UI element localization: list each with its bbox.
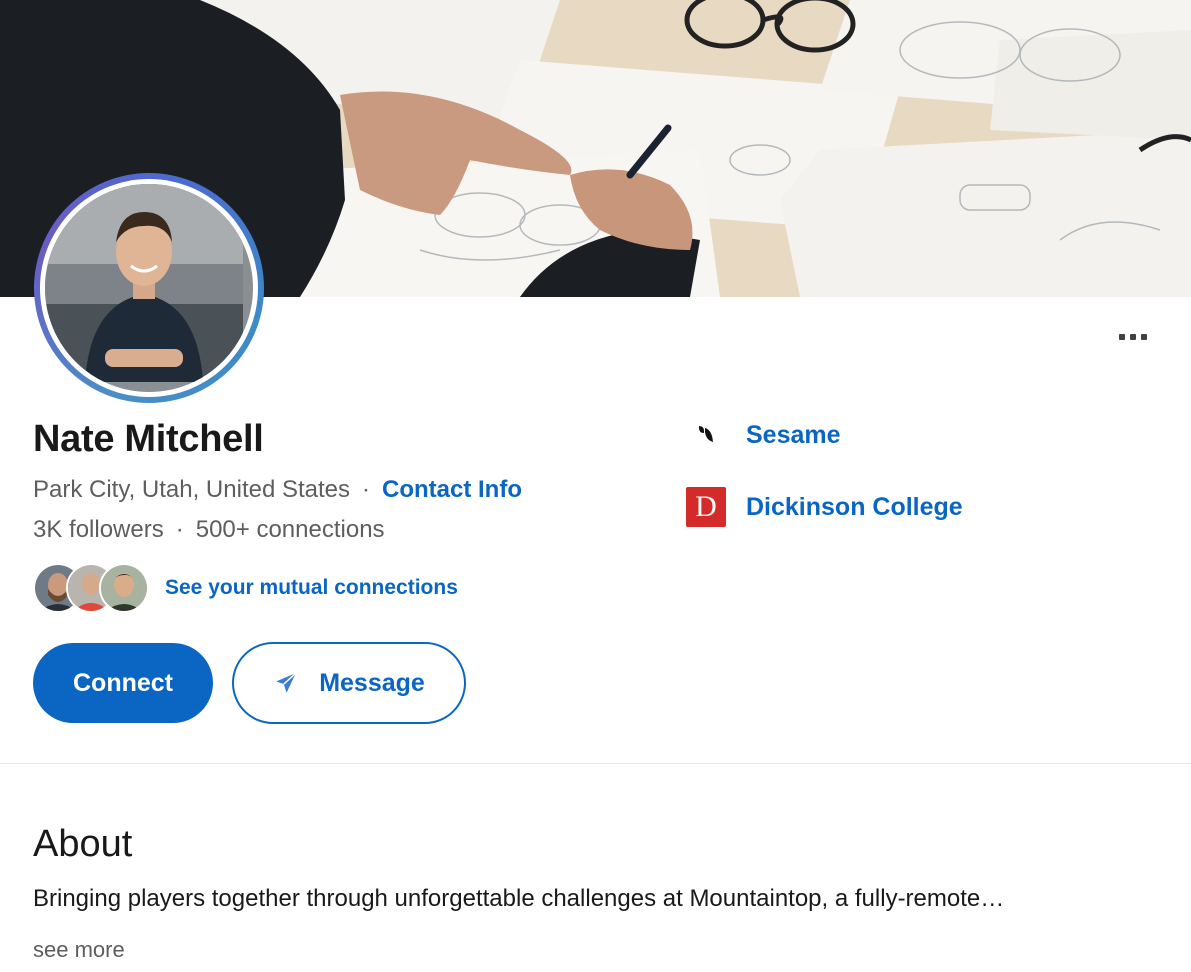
sesame-logo-icon (686, 415, 726, 455)
profile-photo[interactable] (45, 184, 253, 392)
connect-button[interactable]: Connect (33, 643, 213, 723)
mutual-avatars (33, 562, 153, 614)
location-line: Park City, Utah, United States · Contact I… (33, 476, 522, 504)
school-dickinson[interactable]: D Dickinson College (686, 487, 963, 527)
mutual-connections-link[interactable]: See your mutual connections (165, 576, 458, 600)
more-actions-button[interactable] (1108, 322, 1158, 352)
ellipsis-icon (1119, 334, 1125, 340)
send-icon (276, 672, 297, 693)
message-button-label: Message (319, 668, 425, 697)
connections-count: 500+ connections (195, 516, 385, 543)
followers-count: 3K followers (33, 516, 164, 543)
location-text: Park City, Utah, United States (33, 476, 351, 503)
school-name: Dickinson College (746, 492, 963, 521)
separator-dot: · (362, 476, 371, 503)
profile-photo-ring[interactable] (34, 173, 264, 403)
profile-card: Nate Mitchell Park City, Utah, United St… (0, 0, 1191, 764)
stats-line: 3K followers · 500+ connections (33, 516, 385, 544)
dickinson-logo-letter: D (695, 490, 717, 523)
about-text: Bringing players together through unforg… (33, 885, 1005, 912)
profile-photo-image (45, 184, 243, 382)
contact-info-link[interactable]: Contact Info (382, 476, 522, 503)
company-sesame[interactable]: Sesame (686, 415, 841, 455)
see-more-link[interactable]: see more (33, 937, 125, 963)
profile-name: Nate Mitchell (33, 418, 264, 460)
mutual-avatar (99, 563, 149, 613)
about-section: About Bringing players together through … (0, 765, 1191, 972)
separator-dot: · (175, 516, 184, 543)
company-name: Sesame (746, 420, 841, 449)
mutual-connections[interactable]: See your mutual connections (33, 562, 458, 614)
message-button[interactable]: Message (232, 642, 466, 724)
about-title: About (33, 823, 133, 865)
dickinson-logo-icon: D (686, 487, 726, 527)
